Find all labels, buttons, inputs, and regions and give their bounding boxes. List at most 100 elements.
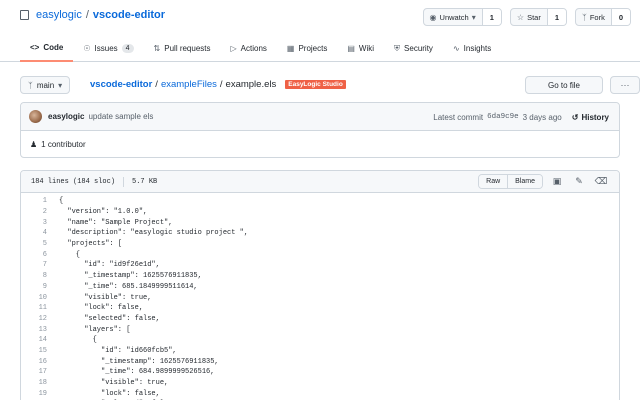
path-separator: /	[219, 79, 223, 90]
history-icon: ↺	[571, 112, 579, 122]
tab-insights[interactable]: ∿ Insights	[443, 35, 501, 62]
tab-projects[interactable]: ▦ Projects	[277, 35, 337, 62]
commit-meta: Latest commit 6da9c9e 3 days ago ↺ Histo…	[433, 103, 609, 131]
line-number[interactable]: 11	[21, 304, 47, 312]
code-line: 2 "version": "1.0.0",	[21, 207, 619, 218]
code-line: 4 "description": "easylogic studio proje…	[21, 228, 619, 239]
branch-select-button[interactable]: ᛉ main ▾	[20, 76, 71, 94]
code-line: 10 "visible": true,	[21, 292, 619, 303]
tab-label: Code	[43, 43, 64, 52]
line-number[interactable]: 16	[21, 358, 47, 366]
file-breadcrumb-row: ᛉ main ▾ vscode-editor / exampleFiles / …	[20, 76, 640, 94]
tab-wiki[interactable]: ▤ Wiki	[337, 35, 384, 62]
tab-label: Wiki	[358, 44, 375, 53]
line-content: {	[59, 250, 81, 259]
line-number[interactable]: 9	[21, 283, 47, 291]
play-icon: ▷	[230, 44, 237, 53]
pencil-icon[interactable]: ✎	[571, 177, 587, 187]
file-lines-info: 184 lines (184 sloc)	[31, 177, 116, 186]
star-icon: ☆	[516, 12, 525, 22]
chevron-down-icon: ▾	[58, 80, 63, 90]
line-content: "name": "Sample Project",	[59, 218, 173, 227]
commit-author-link[interactable]: easylogic	[48, 112, 84, 121]
trash-icon[interactable]: ⌫	[593, 177, 609, 187]
repo-owner-link[interactable]: easylogic	[36, 9, 82, 21]
line-number[interactable]: 3	[21, 219, 47, 227]
star-count[interactable]: 1	[546, 9, 567, 25]
line-number[interactable]: 4	[21, 229, 47, 237]
fork-button[interactable]: ᛉ Fork 0	[575, 8, 631, 26]
line-number[interactable]: 15	[21, 347, 47, 355]
latest-commit-box: easylogic update sample els Latest commi…	[20, 102, 620, 158]
repo-actions: ◉ Unwatch ▾ 1 ☆ Star 1 ᛉ Fork 0	[422, 8, 631, 26]
line-number[interactable]: 12	[21, 315, 47, 323]
code-line: 9 "_time": 685.1849999511614,	[21, 282, 619, 293]
line-number[interactable]: 5	[21, 240, 47, 248]
shield-icon: ⛨	[394, 43, 401, 53]
avatar[interactable]	[29, 110, 42, 123]
watch-button[interactable]: ◉ Unwatch ▾ 1	[422, 8, 502, 26]
line-content: "_timestamp": 1625576911835,	[59, 357, 219, 366]
line-number[interactable]: 17	[21, 368, 47, 376]
history-link[interactable]: ↺ History	[572, 113, 609, 122]
breadcrumb-folder-link[interactable]: exampleFiles	[161, 79, 217, 90]
line-number[interactable]: 14	[21, 336, 47, 344]
tab-label: Insights	[463, 44, 492, 53]
desktop-icon[interactable]: ▣	[549, 177, 565, 187]
line-number[interactable]: 13	[21, 326, 47, 334]
line-number[interactable]: 6	[21, 251, 47, 259]
blame-button[interactable]: Blame	[507, 175, 542, 188]
tab-label: Issues	[94, 44, 118, 53]
breadcrumb-repo-link[interactable]: vscode-editor	[90, 79, 152, 90]
fork-count[interactable]: 0	[610, 9, 630, 25]
code-blob: 1{2 "version": "1.0.0", 3 "name": "Sample…	[21, 193, 619, 400]
line-content: "_time": 685.1849999511614,	[59, 282, 198, 291]
go-to-file-button[interactable]: Go to file	[525, 76, 603, 94]
issue-icon: ☉	[83, 44, 91, 53]
repo-name-link[interactable]: vscode-editor	[93, 9, 165, 21]
breadcrumb-file-name: example.els	[225, 79, 277, 90]
people-icon: ♟	[30, 140, 38, 149]
code-line: 13 "layers": [	[21, 324, 619, 335]
contributors-row[interactable]: ♟ 1 contributor	[21, 131, 619, 158]
file-size: 5.7 KB	[132, 177, 158, 186]
raw-button[interactable]: Raw	[479, 175, 508, 188]
commit-sha-link[interactable]: 6da9c9e	[487, 113, 519, 121]
tab-pull-requests[interactable]: ⇅ Pull requests	[144, 35, 221, 62]
star-button[interactable]: ☆ Star 1	[509, 8, 568, 26]
tab-issues[interactable]: ☉ Issues 4	[73, 35, 143, 62]
commit-message-link[interactable]: update sample els	[88, 112, 153, 121]
code-line: 1{	[21, 196, 619, 207]
file-viewer: 184 lines (184 sloc) 5.7 KB Raw Blame ▣ …	[20, 170, 620, 400]
watch-label: Unwatch	[439, 12, 469, 22]
code-line: 15 "id": "id660fcb5",	[21, 346, 619, 357]
line-content: "id": "id9f26e1d",	[59, 261, 160, 270]
tab-label: Actions	[240, 44, 267, 53]
tab-code[interactable]: <> Code	[20, 35, 74, 62]
repo-icon	[20, 10, 29, 20]
line-number[interactable]: 2	[21, 208, 47, 216]
line-content: "visible": true,	[59, 379, 169, 388]
line-number[interactable]: 8	[21, 272, 47, 280]
easylogic-studio-badge[interactable]: EasyLogic Studio	[285, 80, 346, 89]
tab-security[interactable]: ⛨ Security	[384, 35, 443, 62]
code-line: 7 "id": "id9f26e1d",	[21, 260, 619, 271]
line-content: {	[59, 197, 64, 206]
code-line: 14 {	[21, 335, 619, 346]
line-content: "_time": 684.9899999526516,	[59, 368, 215, 377]
branch-icon: ᛉ	[28, 80, 33, 90]
line-number[interactable]: 19	[21, 390, 47, 398]
line-number[interactable]: 18	[21, 379, 47, 387]
line-content: "version": "1.0.0",	[59, 208, 148, 217]
more-options-button[interactable]: ···	[610, 76, 640, 94]
watch-count[interactable]: 1	[481, 9, 501, 25]
fork-label: Fork	[589, 12, 605, 22]
tab-label: Projects	[298, 44, 328, 53]
repo-tabs: <> Code ☉ Issues 4 ⇅ Pull requests ▷ Act…	[20, 35, 501, 62]
line-number[interactable]: 1	[21, 197, 47, 205]
code-line: 3 "name": "Sample Project",	[21, 217, 619, 228]
line-number[interactable]: 10	[21, 294, 47, 302]
tab-actions[interactable]: ▷ Actions	[221, 35, 277, 62]
code-line: 17 "_time": 684.9899999526516,	[21, 367, 619, 378]
line-number[interactable]: 7	[21, 261, 47, 269]
